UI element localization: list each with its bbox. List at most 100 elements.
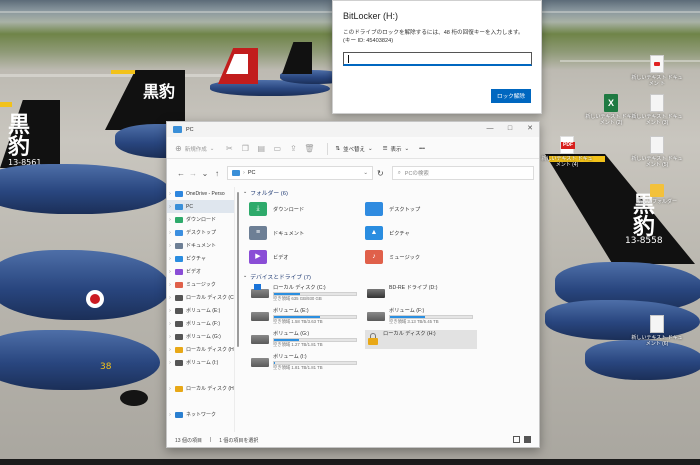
chevron-right-icon[interactable]: › — [167, 282, 173, 288]
dialog-message: このドライブのロックを解除するには、48 桁の回復キーを入力します。 — [343, 30, 524, 36]
sidebar-item[interactable]: › OneDrive - Perso — [167, 187, 234, 200]
chevron-right-icon[interactable]: › — [167, 204, 173, 210]
sidebar-item[interactable]: › ローカル ディスク (H — [167, 382, 234, 395]
rename-icon[interactable]: ▭ — [272, 144, 282, 154]
sidebar-item[interactable]: › ビデオ — [167, 265, 234, 278]
drive-item[interactable]: ボリューム (G:) 空き領域 1.27 TB/1.81 TB — [249, 330, 365, 349]
drive-item[interactable]: BD-RE ドライブ (D:) — [365, 284, 481, 303]
tail-kanji: 黒豹 — [143, 82, 176, 101]
chevron-right-icon[interactable]: › — [167, 321, 173, 327]
locked-drive-icon — [367, 333, 379, 345]
folder-item[interactable]: ≡ ドキュメント — [249, 225, 365, 241]
folder-item[interactable]: ▶ ビデオ — [249, 249, 365, 265]
drive-item[interactable]: ローカル ディスク (C:) 空き領域 635 GB/930 GB — [249, 284, 365, 303]
drive-icon — [175, 307, 183, 314]
maximize-button[interactable]: □ — [505, 124, 515, 134]
desktop-icon[interactable]: 新しいフォルダー — [629, 180, 685, 205]
drives-group-header[interactable]: ⌄ デバイスとドライブ (7) — [243, 271, 535, 281]
sidebar-item[interactable]: › ボリューム (E:) — [167, 304, 234, 317]
chevron-right-icon[interactable]: › — [167, 334, 173, 340]
cut-icon[interactable]: ✂ — [224, 144, 234, 154]
sidebar-item-label: ダウンロード — [186, 217, 217, 223]
chevron-right-icon[interactable]: › — [167, 230, 173, 236]
search-box[interactable]: ⌕ PCの検索 — [391, 166, 534, 180]
share-icon[interactable]: ⇪ — [288, 144, 298, 154]
taskbar — [0, 459, 700, 465]
sort-button[interactable]: ⇅ 並べ替え ⌄ — [335, 145, 372, 153]
drive-usage-fill — [390, 316, 426, 318]
refresh-icon[interactable]: ↻ — [377, 169, 384, 178]
new-button[interactable]: ⊕ 新規作成 ⌄ — [175, 144, 214, 153]
desktop-icon[interactable]: 新しいテキスト ドキュメント (3) — [629, 94, 685, 126]
desktop-icon[interactable]: 新しいテキスト ドキュメント (6) — [629, 315, 685, 347]
paste-icon[interactable]: ▤ — [256, 144, 266, 154]
details-view-icon[interactable] — [513, 436, 520, 443]
folder-item[interactable]: ▲ ピクチャ — [365, 225, 481, 241]
drive-usage-bar — [273, 315, 357, 319]
sidebar-item[interactable]: › ボリューム (F:) — [167, 317, 234, 330]
sidebar-item[interactable]: › ボリューム (I:) — [167, 356, 234, 369]
sidebar-item[interactable]: › ローカル ディスク (C — [167, 291, 234, 304]
sidebar-item[interactable]: › PC — [167, 200, 234, 213]
unlock-button[interactable]: ロック解除 — [491, 89, 531, 103]
folder-item[interactable]: デスクトップ — [365, 201, 481, 217]
chevron-right-icon[interactable]: › — [167, 269, 173, 275]
chevron-down-icon[interactable]: ⌄ — [363, 170, 368, 176]
close-button[interactable]: ✕ — [525, 124, 535, 134]
chevron-right-icon[interactable]: › — [167, 256, 173, 262]
chevron-right-icon[interactable]: › — [167, 347, 173, 353]
window-title: PC — [186, 126, 194, 133]
chevron-right-icon[interactable]: › — [167, 308, 173, 314]
desktop-icon[interactable]: PDF 新しいテキスト ドキュメント (4) — [539, 136, 595, 168]
folder-icon: ▲ — [365, 226, 383, 240]
address-bar[interactable]: › PC ⌄ — [227, 166, 373, 180]
sidebar-item[interactable]: › ローカル ディスク (H — [167, 343, 234, 356]
drive-item[interactable]: ローカル ディスク (H:) — [365, 330, 477, 349]
more-options-button[interactable]: ••• — [419, 146, 425, 152]
chevron-right-icon[interactable]: › — [167, 217, 173, 223]
folder-item[interactable]: ♪ ミュージック — [365, 249, 481, 265]
minimize-button[interactable]: — — [485, 124, 495, 134]
sidebar-item[interactable]: › デスクトップ — [167, 226, 234, 239]
drives-header-label: デバイスとドライブ (7) — [250, 274, 311, 281]
chevron-right-icon[interactable]: › — [167, 412, 173, 418]
sidebar-item-label: ボリューム (F:) — [186, 321, 221, 327]
sidebar-item[interactable]: › ピクチャ — [167, 252, 234, 265]
tiles-view-icon[interactable] — [524, 436, 531, 443]
up-arrow-icon[interactable]: ↑ — [211, 169, 223, 178]
chevron-right-icon[interactable]: › — [167, 191, 173, 197]
chevron-right-icon[interactable]: › — [167, 295, 173, 301]
sidebar-item-label: ローカル ディスク (H — [186, 386, 234, 392]
sidebar-item[interactable]: › ミュージック — [167, 278, 234, 291]
delete-icon[interactable]: 🗑 — [304, 144, 314, 154]
desktop-icon[interactable]: 新しいテキスト ドキュメント (5) — [629, 136, 685, 168]
drive-icon — [175, 359, 183, 366]
recent-locations-icon[interactable]: ⌄ — [199, 169, 211, 178]
folder-item[interactable]: ⤓ ダウンロード — [249, 201, 365, 217]
copy-icon[interactable]: ❐ — [240, 144, 250, 154]
back-arrow-icon[interactable]: ← — [175, 169, 187, 178]
sidebar-item[interactable]: › ボリューム (G:) — [167, 330, 234, 343]
desktop-icon-label: 新しいフォルダー — [636, 199, 677, 205]
chevron-right-icon[interactable]: › — [167, 386, 173, 392]
folders-header-label: フォルダー (6) — [250, 190, 288, 197]
drive-item[interactable]: ボリューム (F:) 空き領域 3.13 TB/5.45 TB — [365, 307, 481, 326]
sidebar-scrollbar[interactable] — [237, 192, 239, 347]
recovery-key-input[interactable] — [343, 52, 532, 66]
lock-drive-icon — [175, 346, 183, 353]
sidebar-item[interactable]: › ドキュメント — [167, 239, 234, 252]
sidebar-item[interactable]: › ネットワーク — [167, 408, 234, 421]
chevron-right-icon[interactable]: › — [167, 360, 173, 366]
sidebar-item[interactable]: › ダウンロード — [167, 213, 234, 226]
sort-icon: ⇅ — [335, 145, 340, 152]
drive-item[interactable]: ボリューム (E:) 空き領域 1.58 TB/3.63 TB — [249, 307, 365, 326]
forward-arrow-icon[interactable]: → — [187, 169, 199, 178]
desktop-icon[interactable]: 新しいテキスト ドキュメン ト — [629, 55, 685, 87]
folders-group-header[interactable]: ⌄ フォルダー (6) — [243, 187, 535, 197]
title-bar[interactable]: PC — □ ✕ — [167, 122, 539, 137]
view-button[interactable]: ☰ 表示 ⌄ — [383, 145, 410, 153]
breadcrumb-pc[interactable]: PC — [248, 170, 256, 176]
drive-item[interactable]: ボリューム (I:) 空き領域 1.81 TB/1.81 TB — [249, 353, 365, 372]
chevron-right-icon[interactable]: › — [167, 243, 173, 249]
sidebar-item-label: ミュージック — [186, 282, 216, 288]
